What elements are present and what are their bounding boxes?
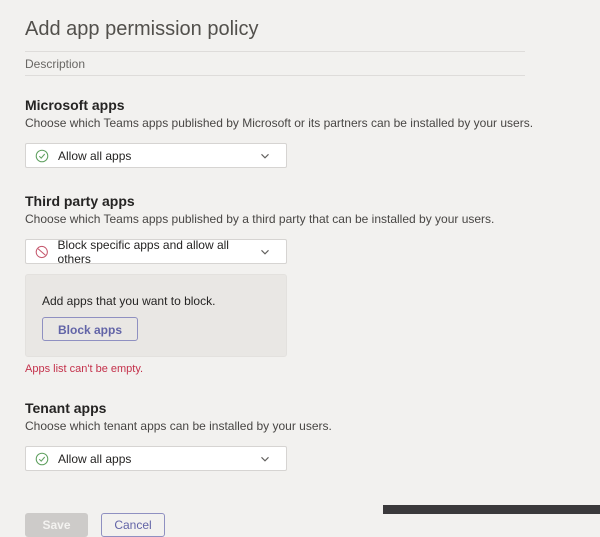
cancel-button[interactable]: Cancel	[101, 513, 165, 537]
save-button[interactable]: Save	[25, 513, 88, 537]
description-input[interactable]	[25, 52, 525, 76]
allow-circle-check-icon	[35, 452, 49, 466]
section-description-third-party-apps: Choose which Teams apps published by a t…	[25, 212, 600, 226]
blocked-apps-panel: Add apps that you want to block. Block a…	[25, 274, 287, 357]
add-app-permission-policy-form: Add app permission policy Microsoft apps…	[0, 0, 600, 537]
section-description-tenant-apps: Choose which tenant apps can be installe…	[25, 419, 600, 433]
page-title: Add app permission policy	[25, 14, 525, 52]
blocked-apps-panel-message: Add apps that you want to block.	[42, 294, 270, 308]
apps-list-error-message: Apps list can't be empty.	[25, 363, 600, 375]
bottom-dark-bar	[383, 505, 600, 514]
block-icon	[35, 245, 49, 259]
block-apps-button[interactable]: Block apps	[42, 317, 138, 341]
third-party-apps-dropdown[interactable]: Block specific apps and allow all others	[25, 239, 287, 264]
form-footer: Save Cancel	[25, 513, 600, 537]
microsoft-apps-selected-option: Allow all apps	[58, 149, 131, 163]
tenant-apps-selected-option: Allow all apps	[58, 452, 131, 466]
microsoft-apps-dropdown[interactable]: Allow all apps	[25, 143, 287, 168]
chevron-down-icon	[259, 150, 271, 162]
section-heading-third-party-apps: Third party apps	[25, 193, 600, 209]
section-heading-tenant-apps: Tenant apps	[25, 400, 600, 416]
allow-circle-check-icon	[35, 149, 49, 163]
tenant-apps-dropdown[interactable]: Allow all apps	[25, 446, 287, 471]
section-heading-microsoft-apps: Microsoft apps	[25, 97, 600, 113]
section-description-microsoft-apps: Choose which Teams apps published by Mic…	[25, 116, 600, 130]
chevron-down-icon	[259, 453, 271, 465]
chevron-down-icon	[259, 246, 271, 258]
third-party-apps-selected-option: Block specific apps and allow all others	[58, 238, 259, 266]
